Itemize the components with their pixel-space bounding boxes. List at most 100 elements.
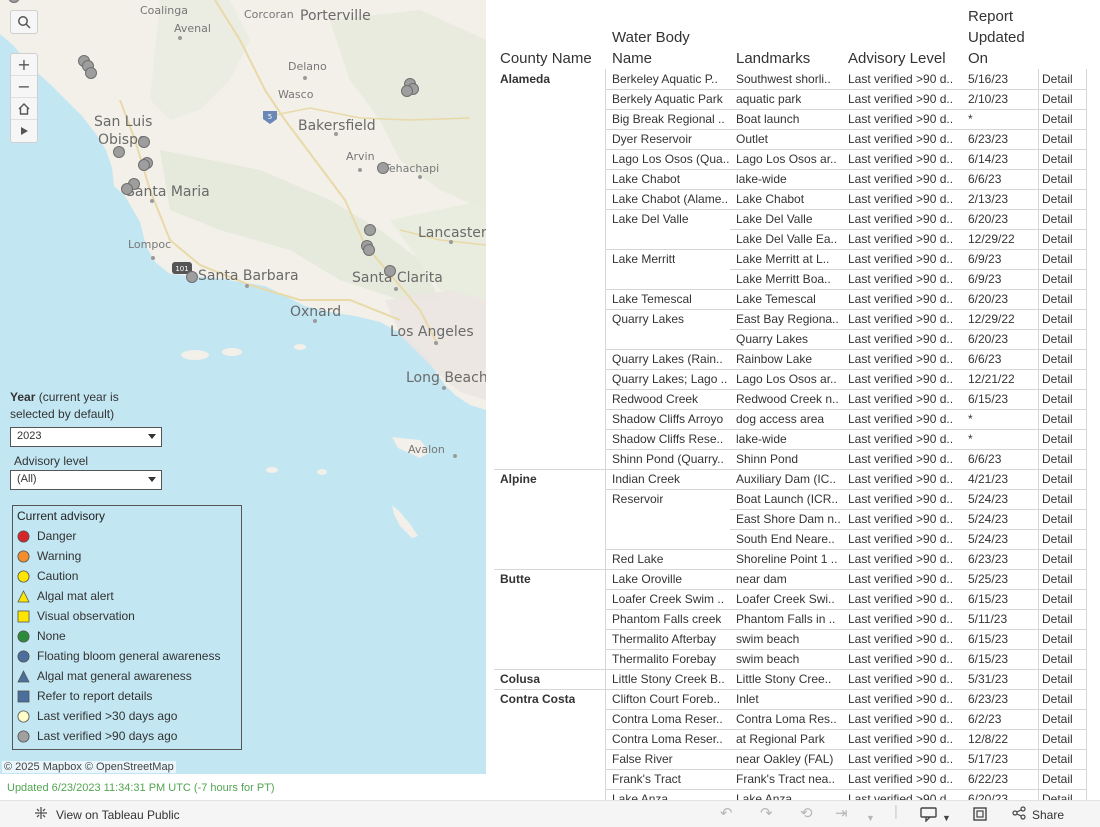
table-row[interactable]: Shinn Pond (Quarry.. Shinn Pond Last verif… — [494, 449, 1100, 469]
fullscreen-icon[interactable] — [972, 806, 988, 826]
water-body-marker[interactable] — [85, 67, 97, 79]
legend-item[interactable]: Last verified >30 days ago — [17, 706, 237, 726]
table-row[interactable]: Quarry Lakes Last verified >90 d.. 6/20/23… — [494, 329, 1100, 349]
table-row[interactable]: Thermalito Forebay swim beach Last verifie… — [494, 649, 1100, 669]
detail-link[interactable]: Detail — [1042, 209, 1073, 229]
map-attribution[interactable]: © 2025 Mapbox © OpenStreetMap — [2, 761, 176, 773]
detail-link[interactable]: Detail — [1042, 449, 1073, 469]
table-row[interactable]: False River near Oakley (FAL) Last verifie… — [494, 749, 1100, 769]
legend-item[interactable]: Algal mat alert — [17, 586, 237, 606]
header-water-body[interactable]: Water Body Name — [612, 27, 690, 69]
detail-link[interactable]: Detail — [1042, 609, 1073, 629]
legend-item[interactable]: None — [17, 626, 237, 646]
table-row[interactable]: Quarry Lakes East Bay Regiona.. Last verif… — [494, 309, 1100, 329]
legend-item[interactable]: Floating bloom general awareness — [17, 646, 237, 666]
table-row[interactable]: Shadow Cliffs Rese.. lake-wide Last verifi… — [494, 429, 1100, 449]
map-view[interactable]: 5 101 Coalinga Corcoran Porterville Avenal D… — [0, 0, 486, 774]
table-row[interactable]: Shadow Cliffs Arroyo dog access area Last … — [494, 409, 1100, 429]
comment-icon[interactable] — [920, 806, 938, 826]
zoom-out-icon[interactable]: − — [11, 76, 37, 98]
table-row[interactable]: Contra Loma Reser.. Contra Loma Res.. Last… — [494, 709, 1100, 729]
detail-link[interactable]: Detail — [1042, 149, 1073, 169]
table-row[interactable]: Lake Chabot (Alame.. Lake Chabot Last veri… — [494, 189, 1100, 209]
detail-link[interactable]: Detail — [1042, 529, 1073, 549]
table-row[interactable]: Redwood Creek Redwood Creek n.. Last verif… — [494, 389, 1100, 409]
water-body-marker[interactable] — [384, 265, 396, 277]
detail-link[interactable]: Detail — [1042, 249, 1073, 269]
table-row[interactable]: Contra Loma Reser.. at Regional Park Last … — [494, 729, 1100, 749]
legend-item[interactable]: Danger — [17, 526, 237, 546]
pause-icon[interactable]: ⇥ — [835, 806, 848, 822]
home-icon[interactable] — [11, 98, 37, 120]
table-row[interactable]: Dyer Reservoir Outlet Last verified >90 d.… — [494, 129, 1100, 149]
view-on-tableau-link[interactable]: View on Tableau Public — [34, 806, 180, 823]
table-row[interactable]: East Shore Dam n.. Last verified >90 d.. 5… — [494, 509, 1100, 529]
table-row[interactable]: Berkely Aquatic Park aquatic park Last ver… — [494, 89, 1100, 109]
table-row[interactable]: Lake Del Valle Ea.. Last verified >90 d..… — [494, 229, 1100, 249]
table-row[interactable]: Colusa Little Stony Creek B.. Little Stony… — [494, 669, 1100, 689]
map-zoom-controls[interactable]: + − — [10, 53, 38, 143]
detail-link[interactable]: Detail — [1042, 649, 1073, 669]
detail-link[interactable]: Detail — [1042, 369, 1073, 389]
revert-icon[interactable]: ⟲ — [800, 806, 813, 822]
table-row[interactable]: Lake Merritt Lake Merritt at L.. Last veri… — [494, 249, 1100, 269]
header-report-updated[interactable]: Report Updated On — [968, 6, 1025, 69]
play-icon[interactable] — [11, 120, 37, 142]
undo-icon[interactable]: ↶ — [720, 806, 733, 822]
map-search-control[interactable] — [10, 10, 38, 34]
legend-item[interactable]: Refer to report details — [17, 686, 237, 706]
legend-item[interactable]: Last verified >90 days ago — [17, 726, 237, 746]
detail-link[interactable]: Detail — [1042, 509, 1073, 529]
detail-link[interactable]: Detail — [1042, 169, 1073, 189]
table-row[interactable]: South End Neare.. Last verified >90 d.. 5/… — [494, 529, 1100, 549]
table-row[interactable]: Lake Merritt Boa.. Last verified >90 d.. 6… — [494, 269, 1100, 289]
detail-link[interactable]: Detail — [1042, 189, 1073, 209]
detail-link[interactable]: Detail — [1042, 109, 1073, 129]
detail-link[interactable]: Detail — [1042, 329, 1073, 349]
detail-link[interactable]: Detail — [1042, 789, 1073, 800]
table-row[interactable]: Butte Lake Oroville near dam Last verified … — [494, 569, 1100, 589]
water-body-marker[interactable] — [121, 183, 133, 195]
detail-link[interactable]: Detail — [1042, 589, 1073, 609]
detail-link[interactable]: Detail — [1042, 749, 1073, 769]
table-row[interactable]: Lake Anza Lake Anza Last verified >90 d.. 6… — [494, 789, 1100, 800]
detail-link[interactable]: Detail — [1042, 629, 1073, 649]
detail-link[interactable]: Detail — [1042, 429, 1073, 449]
detail-link[interactable]: Detail — [1042, 289, 1073, 309]
table-row[interactable]: Big Break Regional .. Boat launch Last ver… — [494, 109, 1100, 129]
header-advisory-level[interactable]: Advisory Level — [848, 48, 946, 69]
detail-link[interactable]: Detail — [1042, 709, 1073, 729]
table-row[interactable]: Loafer Creek Swim .. Loafer Creek Swi.. La… — [494, 589, 1100, 609]
detail-link[interactable]: Detail — [1042, 309, 1073, 329]
water-body-marker[interactable] — [113, 146, 125, 158]
table-row[interactable]: Lake Del Valle Lake Del Valle Last verifie… — [494, 209, 1100, 229]
water-body-marker[interactable] — [138, 159, 150, 171]
legend-item[interactable]: Caution — [17, 566, 237, 586]
detail-link[interactable]: Detail — [1042, 769, 1073, 789]
detail-link[interactable]: Detail — [1042, 549, 1073, 569]
table-row[interactable]: Lake Chabot lake-wide Last verified >90 d.… — [494, 169, 1100, 189]
legend-item[interactable]: Algal mat general awareness — [17, 666, 237, 686]
table-row[interactable]: Thermalito Afterbay swim beach Last verifi… — [494, 629, 1100, 649]
redo-icon[interactable]: ↷ — [760, 806, 773, 822]
detail-link[interactable]: Detail — [1042, 229, 1073, 249]
table-row[interactable]: Frank's Tract Frank's Tract nea.. Last ver… — [494, 769, 1100, 789]
table-row[interactable]: Lago Los Osos (Qua.. Lago Los Osos ar.. La… — [494, 149, 1100, 169]
detail-link[interactable]: Detail — [1042, 389, 1073, 409]
water-body-marker[interactable] — [401, 85, 413, 97]
legend-item[interactable]: Warning — [17, 546, 237, 566]
table-row[interactable]: Phantom Falls creek Phantom Falls in .. La… — [494, 609, 1100, 629]
detail-link[interactable]: Detail — [1042, 69, 1073, 89]
table-row[interactable]: Quarry Lakes (Rain.. Rainbow Lake Last ver… — [494, 349, 1100, 369]
legend-item[interactable]: Visual observation — [17, 606, 237, 626]
water-body-marker[interactable] — [364, 224, 376, 236]
detail-link[interactable]: Detail — [1042, 349, 1073, 369]
water-body-marker[interactable] — [186, 271, 198, 283]
detail-link[interactable]: Detail — [1042, 269, 1073, 289]
detail-link[interactable]: Detail — [1042, 669, 1073, 689]
header-county[interactable]: County Name — [500, 48, 592, 69]
table-row[interactable]: Reservoir Boat Launch (ICR.. Last verified… — [494, 489, 1100, 509]
table-row[interactable]: Contra Costa Clifton Court Foreb.. Inlet La… — [494, 689, 1100, 709]
detail-link[interactable]: Detail — [1042, 569, 1073, 589]
year-select[interactable]: 2023 — [10, 427, 162, 447]
